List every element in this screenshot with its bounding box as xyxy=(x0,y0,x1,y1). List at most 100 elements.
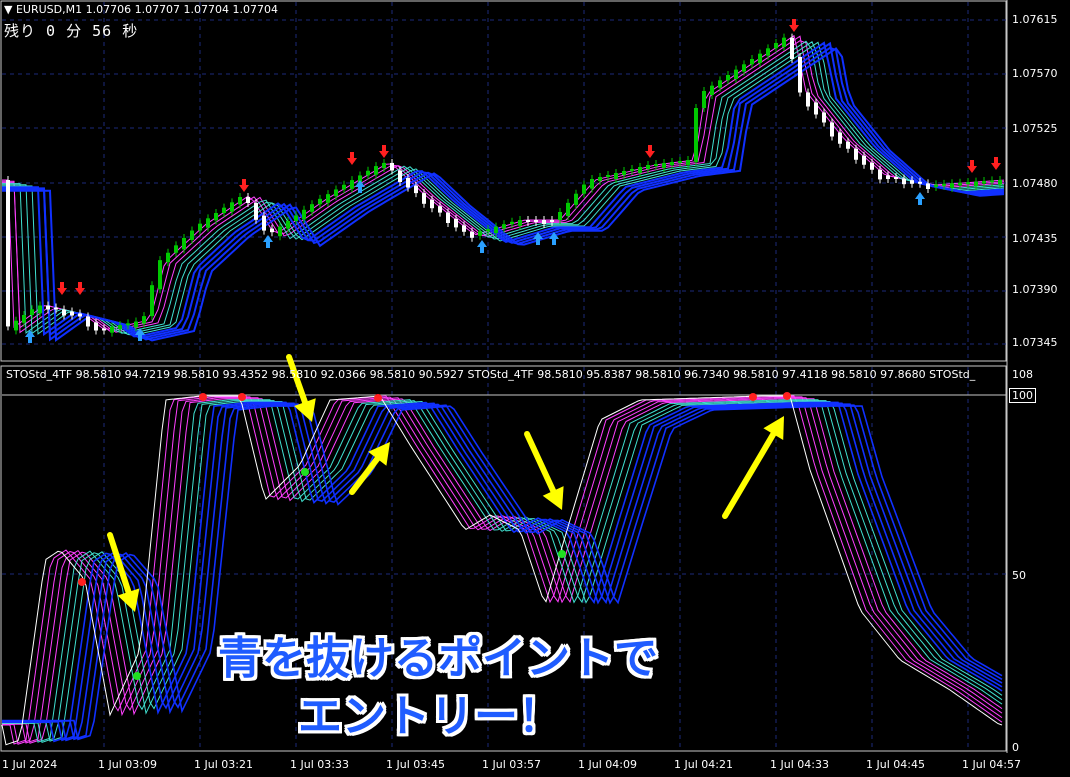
candle-body xyxy=(478,231,482,236)
candle-body xyxy=(566,202,570,216)
candle-body xyxy=(950,183,954,188)
candle-body xyxy=(278,226,282,237)
top-signal-dot xyxy=(199,393,207,401)
level-tick-0: 0 xyxy=(1012,741,1019,754)
candle-body xyxy=(470,231,474,238)
candle-body xyxy=(46,305,50,310)
candle-body xyxy=(838,132,842,144)
candle-body xyxy=(934,184,938,187)
candle-body xyxy=(150,285,154,317)
time-tick: 1 Jul 04:09 xyxy=(578,758,637,771)
top-signal-dot xyxy=(374,394,382,402)
candle-body xyxy=(22,315,26,323)
candle-body xyxy=(414,185,418,194)
candle-body xyxy=(222,207,226,213)
caption-line-1: 青を抜けるポイントで xyxy=(218,633,658,684)
time-tick: 1 Jul 03:45 xyxy=(386,758,445,771)
candle-body xyxy=(438,206,442,213)
candle-body xyxy=(750,59,754,65)
top-signal-dot xyxy=(238,393,246,401)
candle-body xyxy=(54,307,58,310)
candle-body xyxy=(318,198,322,205)
candle-body xyxy=(174,245,178,253)
candle-body xyxy=(86,316,90,327)
time-tick: 1 Jul 03:21 xyxy=(194,758,253,771)
buy-arrow-icon xyxy=(263,235,273,248)
price-tick: 1.07615 xyxy=(1012,13,1058,26)
caption-line-2: エントリー！ xyxy=(298,691,562,742)
candle-body xyxy=(718,80,722,88)
candle-body xyxy=(590,179,594,189)
candle-body xyxy=(646,165,650,169)
time-tick: 1 Jul 03:57 xyxy=(482,758,541,771)
candle-body xyxy=(406,178,410,188)
candle-body xyxy=(878,169,882,180)
candle-body xyxy=(598,177,602,181)
candle-body xyxy=(678,161,682,163)
candle-body xyxy=(758,53,762,63)
indicator-info: STOStd_4TF 98.5810 94.7219 98.5810 93.43… xyxy=(6,368,976,381)
candle-body xyxy=(126,323,130,326)
candle-body xyxy=(798,57,802,93)
time-tick: 1 Jul 03:09 xyxy=(98,758,157,771)
candle-body xyxy=(334,189,338,197)
candle-body xyxy=(998,180,1002,185)
sell-arrow-icon xyxy=(645,145,655,158)
candle-body xyxy=(614,173,618,179)
annotation-arrow-icon xyxy=(286,354,316,422)
candle-body xyxy=(806,92,810,107)
candle-body xyxy=(158,260,162,290)
candle-body xyxy=(390,162,394,171)
candle-body xyxy=(422,193,426,204)
time-tick: 1 Jul 04:21 xyxy=(674,758,733,771)
candle-body xyxy=(630,169,634,171)
candle-body xyxy=(310,204,314,212)
price-tick: 1.07435 xyxy=(1012,232,1058,245)
candle-body xyxy=(926,183,930,189)
top-signal-dot xyxy=(749,393,757,401)
candle-body xyxy=(582,184,586,194)
candle-body xyxy=(302,209,306,220)
candle-body xyxy=(622,171,626,175)
time-tick: 1 Jul 04:57 xyxy=(962,758,1021,771)
price-tick: 1.07570 xyxy=(1012,67,1058,80)
candle-body xyxy=(462,225,466,232)
annotation-arrow-icon xyxy=(524,431,564,510)
candle-body xyxy=(534,220,538,222)
candle-body xyxy=(110,326,114,333)
candle-body xyxy=(30,309,34,315)
candle-body xyxy=(822,112,826,123)
sell-arrow-icon xyxy=(347,152,357,165)
candle-body xyxy=(510,221,514,225)
bottom-signal-dot xyxy=(301,468,309,476)
candle-body xyxy=(14,320,18,331)
candle-body xyxy=(142,316,146,324)
candle-body xyxy=(606,175,610,177)
candle-body xyxy=(350,180,354,189)
candle-body xyxy=(94,322,98,331)
candle-body xyxy=(230,202,234,212)
candle-body xyxy=(6,180,10,327)
candle-body xyxy=(726,75,730,81)
price-tick: 1.07480 xyxy=(1012,177,1058,190)
buy-arrow-icon xyxy=(915,192,925,205)
candle-body xyxy=(918,181,922,184)
candle-body xyxy=(662,163,666,168)
candle-body xyxy=(102,328,106,331)
candle-body xyxy=(446,212,450,223)
candle-body xyxy=(942,183,946,186)
candle-body xyxy=(118,325,122,329)
annotation-arrow-icon xyxy=(722,416,784,519)
candle-body xyxy=(366,170,370,176)
candle-body xyxy=(454,219,458,228)
buy-arrow-icon xyxy=(477,240,487,253)
candle-body xyxy=(830,122,834,137)
candle-body xyxy=(846,141,850,149)
candle-body xyxy=(790,37,794,59)
chart-window[interactable]: ▼ EURUSD,M1 1.07706 1.07707 1.07704 1.07… xyxy=(0,0,1070,777)
sell-arrow-icon xyxy=(57,282,67,295)
candle-body xyxy=(894,177,898,179)
candle-body xyxy=(902,178,906,185)
candle-timer: 残り 0 分 56 秒 xyxy=(4,22,139,40)
level-tick-100: 100 xyxy=(1009,388,1036,403)
